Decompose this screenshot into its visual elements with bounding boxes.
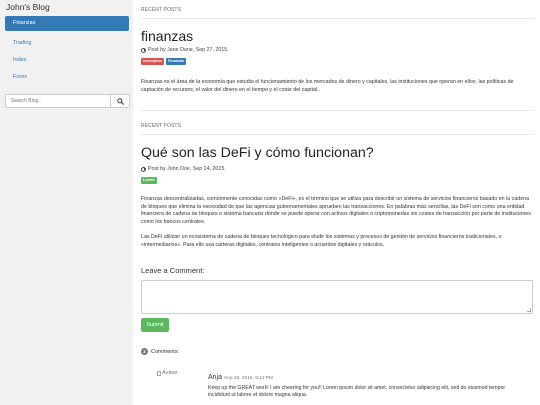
recent-posts-label: RECENT POSTS <box>141 123 182 129</box>
blog-title: John's Blog <box>6 2 50 12</box>
comment-author-line: Anja Sep 29, 2015, 9:12 PM <box>208 374 273 381</box>
sidebar-item-forex[interactable]: Forex <box>5 70 129 85</box>
comment-form-heading: Leave a Comment: <box>141 266 205 275</box>
tag-badge[interactable]: conceptos <box>141 58 164 65</box>
comment-textarea[interactable] <box>141 280 533 314</box>
post-tags: Lorem <box>141 177 157 184</box>
comments-label: Comments: <box>151 348 180 355</box>
post-meta-text: Post by John Doe, Sep 24, 2015. <box>148 166 226 172</box>
broken-image-icon <box>157 370 161 376</box>
sidebar-item-index[interactable]: Index <box>5 53 129 68</box>
sidebar: John's Blog Finanzas Trading Index Forex <box>0 0 133 405</box>
avatar-alt-text: Avatar <box>162 370 178 376</box>
divider <box>141 110 534 111</box>
post-body-paragraph: Finanzas descentralizadas, comúnmente co… <box>141 196 531 225</box>
avatar: Avatar <box>157 370 178 376</box>
post-tags: conceptos Finanzas <box>141 58 187 65</box>
post-meta: Post by John Doe, Sep 24, 2015. <box>141 166 226 172</box>
comment-author: Anja <box>208 374 223 381</box>
comment-date: Sep 29, 2015, 9:12 PM <box>223 376 274 381</box>
search-box <box>5 94 130 108</box>
post-body: Finanzas es el área de la economía que e… <box>141 79 514 93</box>
post-title[interactable]: finanzas <box>141 28 193 44</box>
submit-button[interactable]: Submit <box>141 318 169 332</box>
post-meta: Post by Jane Dane, Sep 27, 2015. <box>141 47 229 53</box>
main-content: RECENT POSTS finanzas Post by Jane Dane,… <box>141 0 534 405</box>
post-meta-text: Post by Jane Dane, Sep 27, 2015. <box>148 47 229 53</box>
clock-icon <box>141 47 146 53</box>
post-title[interactable]: Qué son las DeFi y cómo funcionan? <box>141 145 374 161</box>
comments-count-badge: 2 <box>141 348 148 355</box>
comment-text: Keep up the GREAT work! I am cheering fo… <box>208 385 506 398</box>
sidebar-item-finanzas[interactable]: Finanzas <box>5 16 129 31</box>
search-icon <box>116 97 124 105</box>
recent-posts-label: RECENT POSTS <box>141 7 182 13</box>
search-input[interactable] <box>5 94 110 108</box>
post-body-paragraph: Las DeFi utilizan un ecosistema de caden… <box>141 234 502 248</box>
tag-badge[interactable]: Lorem <box>141 177 157 184</box>
comments-count: 2 Comments: <box>141 348 179 355</box>
search-button[interactable] <box>110 94 130 108</box>
sidebar-item-trading[interactable]: Trading <box>5 36 129 51</box>
clock-icon <box>141 166 146 172</box>
tag-badge[interactable]: Finanzas <box>166 58 187 65</box>
divider <box>141 134 534 135</box>
divider <box>141 18 534 19</box>
